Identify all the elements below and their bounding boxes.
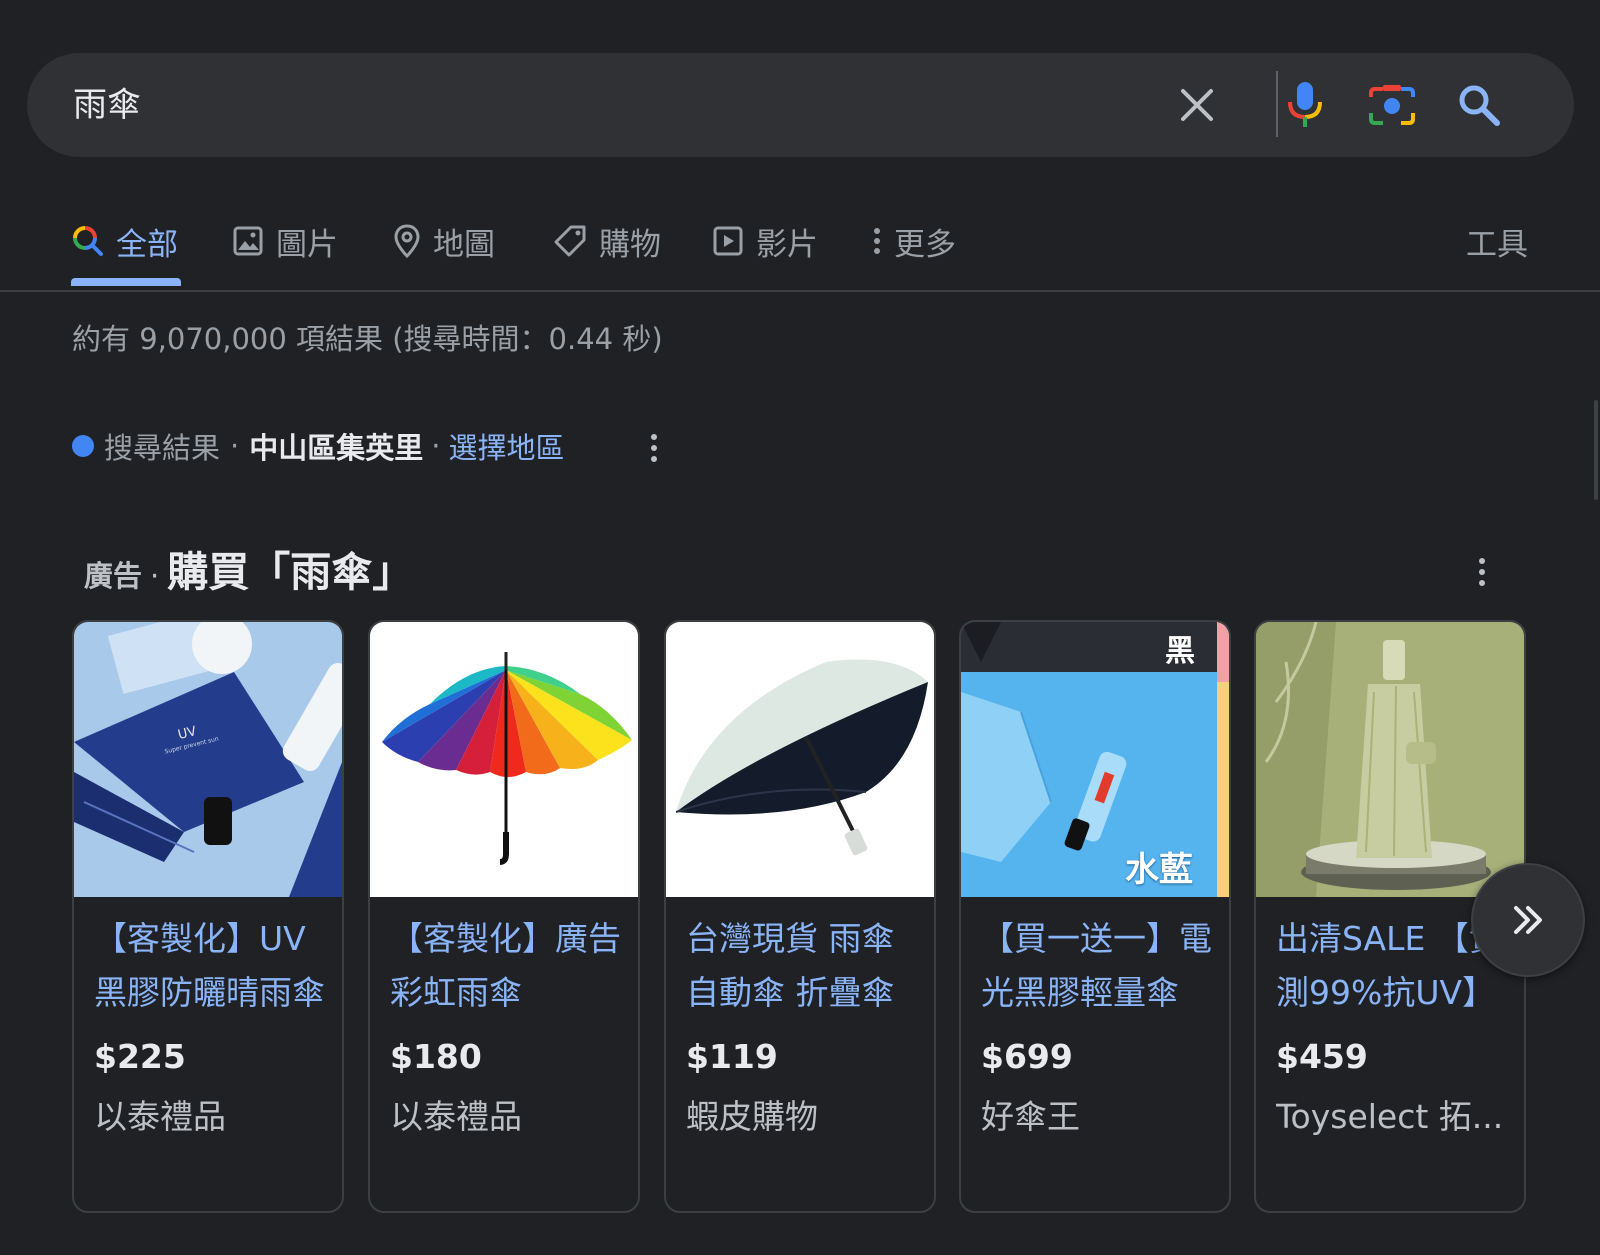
product-title[interactable]: 【客製化】UV 黑膠防曬晴雨傘 — [94, 912, 326, 1020]
product-seller: 好傘王 — [981, 1097, 1080, 1136]
tab-images[interactable]: 圖片 — [232, 216, 338, 266]
product-seller: 蝦皮購物 — [686, 1097, 818, 1136]
color-label-black: 黑 — [1165, 634, 1195, 669]
tab-videos-label: 影片 — [756, 226, 818, 263]
tab-videos[interactable]: 影片 — [712, 216, 818, 266]
active-tab-indicator — [71, 278, 181, 286]
tab-more-label: 更多 — [894, 226, 956, 263]
product-seller: 以泰禮品 — [390, 1097, 522, 1136]
ad-tag: 廣告 — [84, 559, 143, 593]
tab-images-label: 圖片 — [276, 226, 338, 263]
tools-label: 工具 — [1466, 226, 1528, 263]
ads-options-icon[interactable] — [1472, 552, 1492, 592]
location-line: 搜尋結果 · 中山區集英里 · 選擇地區 — [72, 424, 564, 468]
product-title[interactable]: 【買一送一】電光黑膠輕量傘 — [981, 912, 1213, 1020]
location-prefix: 搜尋結果 — [104, 431, 221, 465]
tools-button[interactable]: 工具 — [1466, 216, 1528, 266]
google-search-icon — [73, 226, 103, 256]
product-seller: 以泰禮品 — [94, 1097, 226, 1136]
tab-maps[interactable]: 地圖 — [393, 216, 495, 266]
microphone-icon[interactable] — [1275, 75, 1335, 135]
double-chevron-right-icon — [1514, 906, 1542, 934]
product-image-green-umbrella[interactable] — [1256, 622, 1524, 897]
location-options-icon[interactable] — [644, 428, 664, 468]
product-card[interactable]: 【客製化】廣告彩虹雨傘 $180 以泰禮品 — [368, 620, 640, 1213]
result-stats: 約有 9,070,000 項結果 (搜尋時間：0.44 秒) — [72, 322, 663, 356]
ads-header: 廣告 · 購買「雨傘」 — [84, 538, 413, 598]
tag-icon — [554, 225, 586, 257]
product-price: $459 — [1276, 1037, 1368, 1076]
ad-separator: · — [150, 559, 160, 593]
product-card[interactable]: 黑 水藍 【買一送一】電光黑膠輕量傘 $699 好傘王 — [959, 620, 1231, 1213]
product-image-light-blue-umbrella[interactable]: 黑 水藍 — [961, 622, 1229, 897]
camera-lens-icon[interactable] — [1362, 75, 1422, 135]
product-price: $119 — [686, 1037, 778, 1076]
product-price: $225 — [94, 1037, 186, 1076]
product-price: $180 — [390, 1037, 482, 1076]
tab-shopping[interactable]: 購物 — [553, 216, 661, 266]
location-pin-icon — [394, 224, 420, 258]
ads-title: 購買「雨傘」 — [167, 548, 414, 596]
product-title[interactable]: 【客製化】廣告彩虹雨傘 — [390, 912, 622, 1020]
product-seller: Toyselect 拓... — [1276, 1097, 1504, 1136]
scrollbar[interactable] — [1594, 400, 1598, 500]
product-card[interactable]: 台灣現貨 雨傘 自動傘 折疊傘 $119 蝦皮購物 — [664, 620, 936, 1213]
product-title[interactable]: 台灣現貨 雨傘 自動傘 折疊傘 — [686, 912, 918, 1020]
more-vertical-icon — [874, 228, 880, 254]
product-image-rainbow-umbrella[interactable] — [370, 622, 638, 897]
location-dot-icon — [72, 435, 94, 457]
choose-region-link[interactable]: 選擇地區 — [448, 425, 564, 467]
tab-all[interactable]: 全部 — [72, 216, 178, 266]
image-icon — [233, 226, 263, 256]
search-tabs: 全部 圖片 地圖 購物 影片 更多 工具 — [0, 196, 1600, 292]
product-image-black-folding-umbrella[interactable] — [666, 622, 934, 897]
product-price: $699 — [981, 1037, 1073, 1076]
location-place: 中山區集英里 — [249, 431, 424, 465]
search-input[interactable]: 雨傘 — [73, 79, 141, 131]
location-separator-2: · — [431, 429, 441, 463]
color-label-light-blue: 水藍 — [1125, 850, 1193, 890]
clear-icon[interactable] — [1167, 75, 1227, 135]
search-icon[interactable] — [1449, 75, 1509, 135]
tab-maps-label: 地圖 — [433, 226, 495, 263]
product-card[interactable]: UV Super prevent sun 【客製化】UV 黑膠防曬晴雨傘 $22… — [72, 620, 344, 1213]
search-bar[interactable]: 雨傘 — [27, 53, 1574, 157]
play-icon — [713, 226, 743, 256]
tab-more[interactable]: 更多 — [872, 216, 956, 266]
tab-all-label: 全部 — [116, 226, 178, 263]
carousel-next-button[interactable] — [1471, 863, 1585, 977]
location-separator: · — [230, 429, 240, 463]
product-image-navy-umbrella[interactable]: UV Super prevent sun — [74, 622, 342, 897]
tab-shopping-label: 購物 — [599, 226, 661, 263]
